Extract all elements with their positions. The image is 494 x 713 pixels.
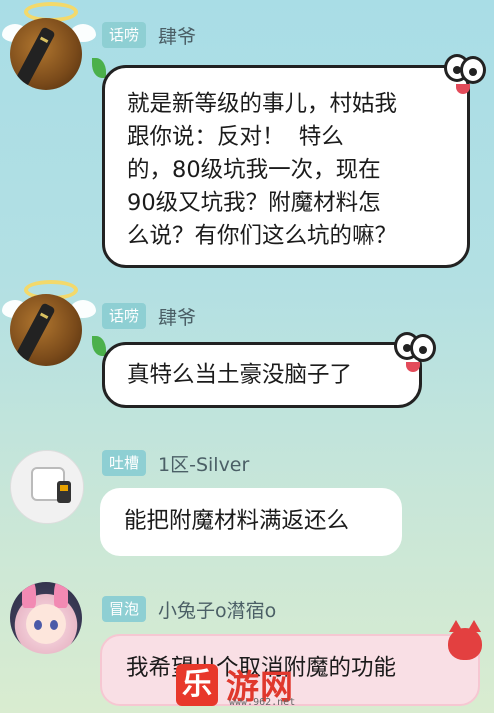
avatar[interactable] [10, 18, 82, 90]
username[interactable]: 肆爷 [158, 303, 196, 330]
leaf-icon [92, 336, 106, 356]
eyes-decoration-icon [444, 54, 486, 94]
message-bubble[interactable]: 就是新等级的事儿，村姑我 跟你说：反对！ 特么 的，80级坑我一次，现在 90级… [102, 65, 470, 268]
message-bubble[interactable]: 能把附魔材料满返还么 [100, 488, 402, 556]
chat-message: 吐槽 1区-Silver 能把附魔材料满返还么 [0, 440, 494, 580]
message-bubble[interactable]: 真特么当土豪没脑子了 [102, 342, 422, 408]
avatar[interactable] [10, 582, 82, 654]
user-badge: 话唠 [102, 303, 147, 329]
user-badge: 吐槽 [102, 450, 147, 476]
chat-message: 话唠 肆爷 真特么当土豪没脑子了 [0, 280, 494, 420]
fox-sticker-icon [448, 620, 482, 660]
chat-message: 话唠 肆爷 就是新等级的事儿，村姑我 跟你说：反对！ 特么 的，80级坑我一次，… [0, 0, 494, 280]
username[interactable]: 小兔子o潸宿o [158, 596, 276, 623]
user-badge: 冒泡 [102, 596, 147, 622]
user-badge: 话唠 [102, 22, 147, 48]
username[interactable]: 肆爷 [158, 22, 196, 49]
watermark-url: www.962.net [229, 697, 296, 708]
avatar[interactable] [10, 294, 82, 366]
message-text: 就是新等级的事儿，村姑我 跟你说：反对！ 特么 的，80级坑我一次，现在 90级… [127, 91, 398, 249]
watermark-logo: 乐 [176, 664, 218, 706]
message-text: 真特么当土豪没脑子了 [127, 362, 353, 388]
eyes-decoration-icon [394, 332, 436, 372]
username[interactable]: 1区-Silver [158, 450, 249, 477]
message-text: 能把附魔材料满返还么 [124, 508, 350, 534]
leaf-icon [92, 58, 106, 78]
avatar[interactable] [10, 450, 84, 524]
